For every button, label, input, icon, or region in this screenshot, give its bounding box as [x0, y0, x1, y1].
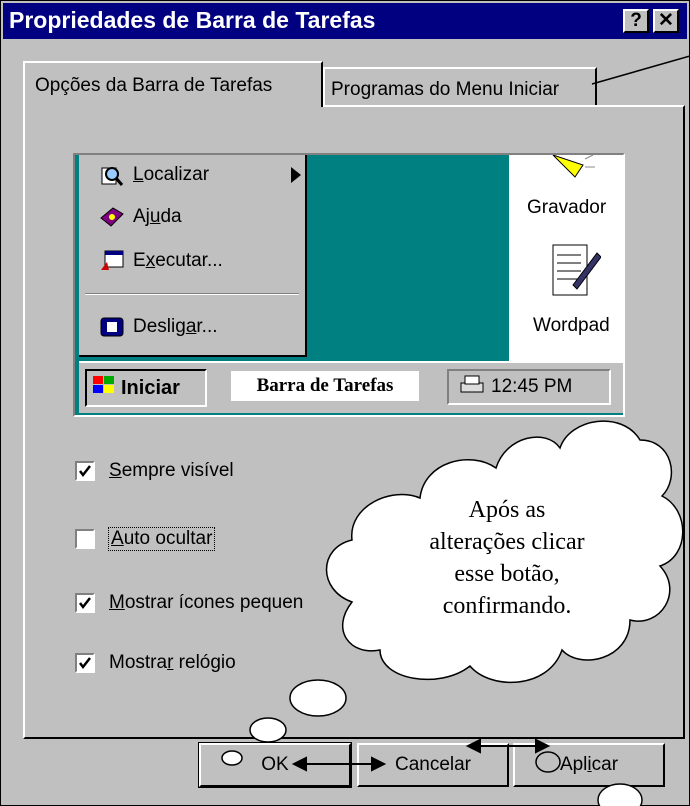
shutdown-icon [99, 314, 125, 340]
label-mostrar-icones-pequenos: Mostrar ícones pequen [109, 592, 304, 613]
taskbar-preview: Localizar Ajuda Executar... Desligar... … [73, 153, 625, 417]
menu-item-desligar: Desligar... [99, 311, 218, 343]
close-button[interactable]: ✕ [653, 9, 679, 33]
properties-dialog: Propriedades de Barra de Tarefas ? ✕ Opç… [0, 0, 690, 806]
help-book-icon [99, 204, 125, 230]
label-sempre-visivel: Sempre visível [109, 460, 234, 481]
desktop-icon-label: Gravador [527, 197, 607, 218]
start-menu-preview: Localizar Ajuda Executar... Desligar... [79, 155, 307, 357]
system-tray-preview: 12:45 PM [447, 369, 611, 405]
ok-button[interactable]: OK [198, 742, 352, 788]
checkbox-auto-ocultar[interactable] [75, 529, 95, 549]
tab-label: Programas do Menu Iniciar [331, 79, 560, 100]
title-bar[interactable]: Propriedades de Barra de Tarefas ? ✕ [3, 3, 687, 39]
printer-icon [459, 373, 485, 401]
callout-text: Após as alterações clicar esse botão, co… [429, 497, 585, 619]
menu-separator [85, 293, 299, 295]
submenu-arrow-icon [291, 167, 301, 189]
magnifier-icon [99, 162, 125, 188]
help-button[interactable]: ? [623, 9, 649, 33]
menu-item-localizar: Localizar [99, 159, 301, 191]
tab-taskbar-options[interactable]: Opções da Barra de Tarefas [23, 61, 323, 107]
desktop-icons-area: Gravador Wordpad [509, 155, 623, 367]
taskbar-label: Barra de Tarefas [231, 371, 419, 401]
checkbox-mostrar-relogio[interactable] [75, 653, 95, 673]
checkbox-sempre-visivel[interactable] [75, 461, 95, 481]
cancel-button[interactable]: Cancelar [357, 743, 509, 787]
label-auto-ocultar: Auto ocultar [107, 527, 216, 551]
tab-start-menu-programs[interactable]: Programas do Menu Iniciar [323, 67, 597, 107]
desktop-icon-label: Wordpad [533, 315, 610, 336]
apply-button[interactable]: Aplicar [513, 743, 665, 787]
sound-recorder-icon [545, 155, 595, 188]
windows-logo-icon [91, 374, 117, 402]
taskbar-preview-bar: Iniciar Barra de Tarefas 12:45 PM [79, 361, 623, 413]
tab-label: Opções da Barra de Tarefas [35, 75, 273, 96]
start-button-preview: Iniciar [85, 369, 207, 407]
label-mostrar-relogio: Mostrar relógio [109, 652, 236, 673]
window-title: Propriedades de Barra de Tarefas [9, 7, 376, 33]
menu-item-executar: Executar... [99, 245, 223, 277]
wordpad-icon [551, 239, 602, 310]
run-icon [99, 248, 125, 274]
menu-item-ajuda: Ajuda [99, 201, 182, 233]
checkbox-mostrar-icones-pequenos[interactable] [75, 593, 95, 613]
